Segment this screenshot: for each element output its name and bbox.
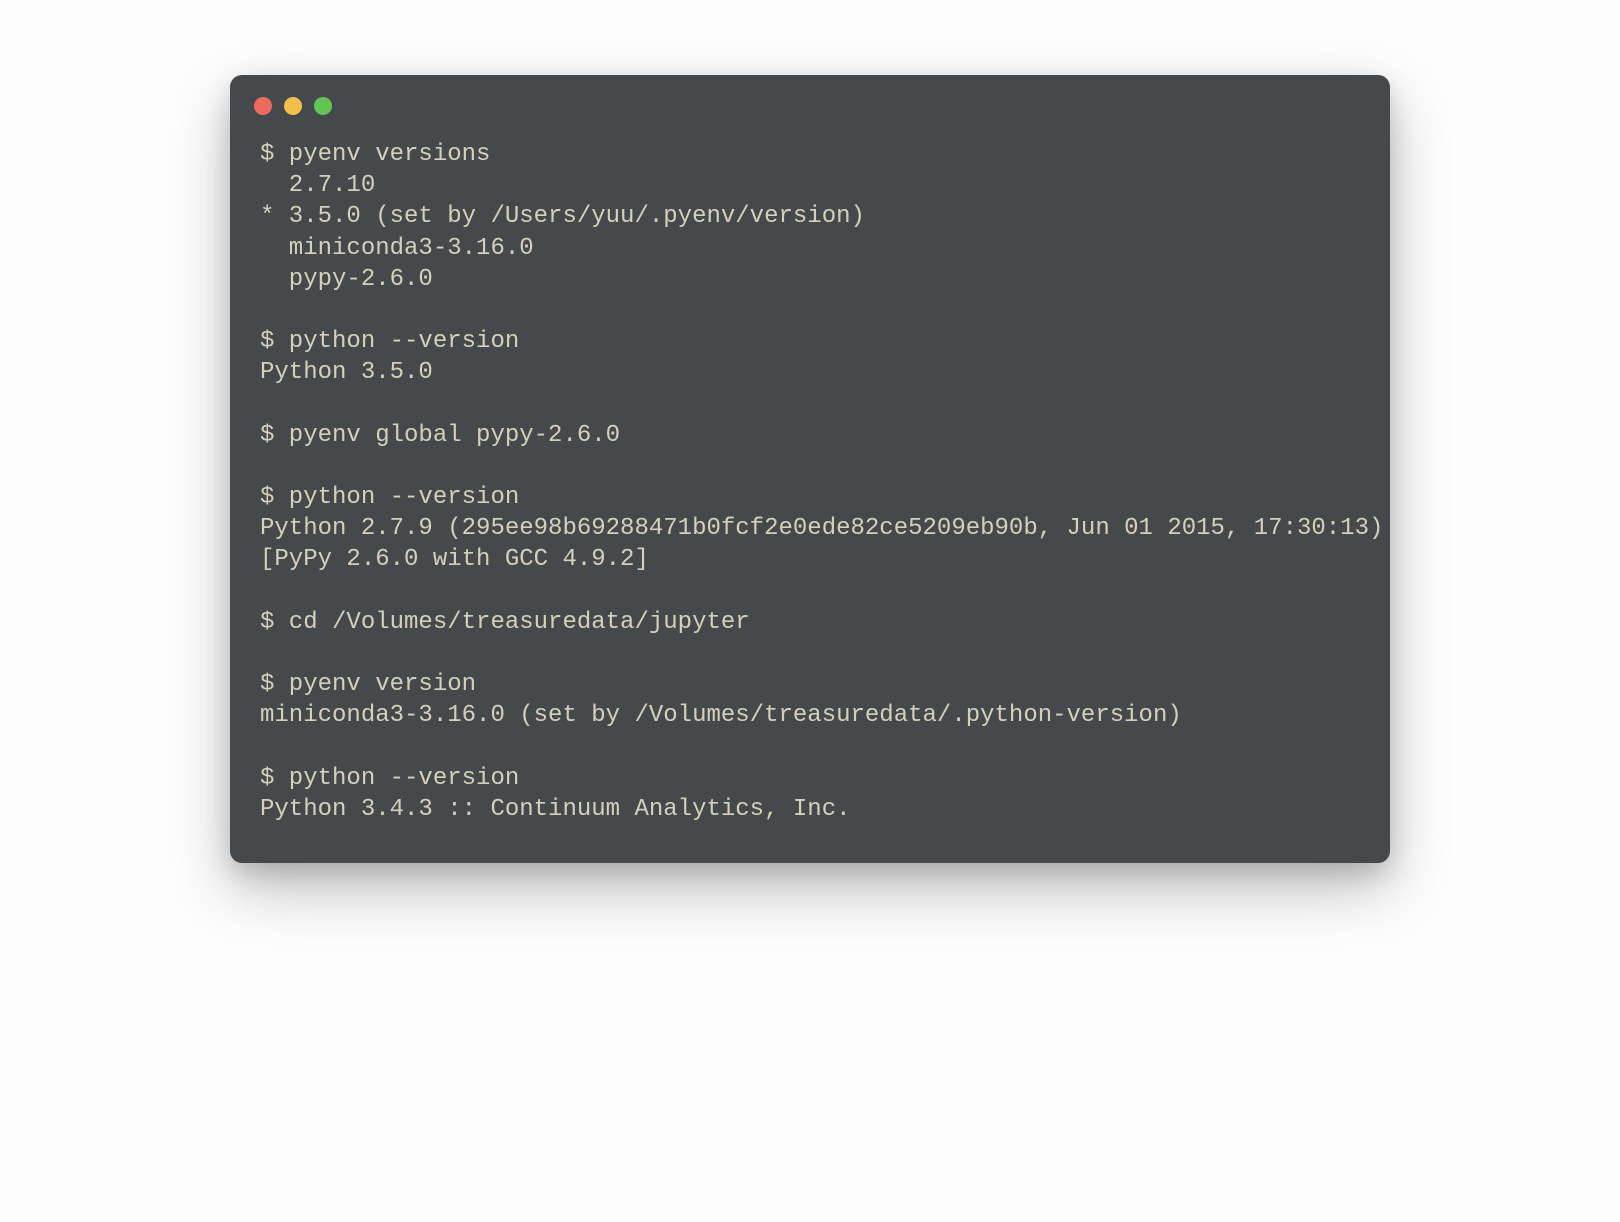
terminal-output[interactable]: $ pyenv versions 2.7.10 * 3.5.0 (set by … [230,125,1390,863]
close-icon[interactable] [254,97,272,115]
titlebar [230,75,1390,125]
terminal-window: $ pyenv versions 2.7.10 * 3.5.0 (set by … [230,75,1390,863]
minimize-icon[interactable] [284,97,302,115]
maximize-icon[interactable] [314,97,332,115]
